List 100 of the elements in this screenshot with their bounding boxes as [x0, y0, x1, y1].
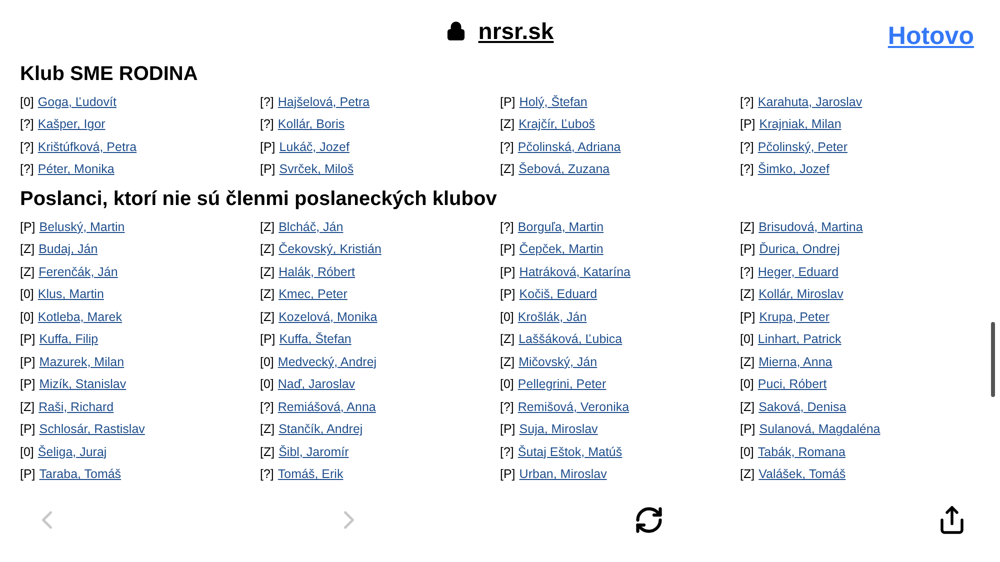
- member-link[interactable]: Holý, Štefan: [519, 92, 588, 112]
- member-link[interactable]: Péter, Monika: [38, 160, 114, 180]
- member-link[interactable]: Raši, Richard: [38, 398, 114, 417]
- party-tag: [0]: [20, 442, 34, 462]
- member-link[interactable]: Blcháč, Ján: [278, 218, 344, 237]
- party-tag: [Z]: [500, 330, 515, 350]
- party-tag: [P]: [500, 420, 516, 440]
- party-tag: [Z]: [260, 262, 275, 282]
- member-link[interactable]: Krošlák, Ján: [518, 308, 587, 327]
- member-link[interactable]: Remiášová, Anna: [278, 398, 376, 417]
- member-link[interactable]: Schlosár, Rastislav: [39, 420, 145, 440]
- member-link[interactable]: Brisudová, Martina: [758, 218, 863, 237]
- member-link[interactable]: Taraba, Tomáš: [39, 465, 122, 484]
- party-tag: [Z]: [260, 285, 275, 304]
- member-link[interactable]: Kašper, Igor: [38, 115, 106, 134]
- member-link[interactable]: Šeliga, Juraj: [38, 442, 107, 462]
- party-tag: [?]: [500, 442, 514, 462]
- member-link[interactable]: Suja, Miroslav: [519, 420, 598, 440]
- party-tag: [?]: [740, 92, 754, 112]
- member-link[interactable]: Mičovský, Ján: [518, 352, 598, 372]
- party-tag: [?]: [500, 398, 514, 417]
- member-link[interactable]: Halák, Róbert: [278, 262, 356, 282]
- member-link[interactable]: Ferenčák, Ján: [38, 262, 118, 282]
- address-domain[interactable]: nrsr.sk: [478, 14, 554, 48]
- member-link[interactable]: Šebová, Zuzana: [518, 160, 610, 180]
- member-link[interactable]: Kollár, Boris: [278, 115, 345, 134]
- party-tag: [?]: [500, 218, 514, 237]
- member-link[interactable]: Čekovský, Kristián: [278, 240, 382, 260]
- member-link[interactable]: Krištúfková, Petra: [38, 138, 137, 157]
- member-link[interactable]: Saková, Denisa: [758, 398, 846, 417]
- party-tag: [0]: [20, 92, 34, 112]
- member-link[interactable]: Tabák, Romana: [758, 442, 846, 462]
- done-button[interactable]: Hotovo: [888, 18, 974, 56]
- member-link[interactable]: Goga, Ľudovít: [38, 92, 116, 112]
- reload-button[interactable]: [634, 505, 664, 535]
- party-tag: [P]: [740, 240, 756, 260]
- member-link[interactable]: Šimko, Jozef: [758, 160, 830, 180]
- member-link[interactable]: Mizík, Stanislav: [39, 375, 126, 394]
- party-tag: [P]: [500, 285, 516, 304]
- section-heading: Klub SME RODINA: [20, 62, 199, 86]
- section-heading: Poslanci, ktorí nie sú členmi poslaneckých klubov: [20, 187, 498, 211]
- member-link[interactable]: Borguľa, Martin: [518, 218, 604, 237]
- member-link[interactable]: Naď, Jaroslav: [278, 375, 356, 394]
- member-link[interactable]: Kočiš, Eduard: [519, 285, 598, 304]
- party-tag: [Z]: [20, 398, 35, 417]
- party-tag: [Z]: [500, 160, 515, 180]
- party-tag: [?]: [740, 160, 754, 180]
- member-link[interactable]: Tomáš, Erik: [278, 465, 344, 484]
- member-link[interactable]: Svrček, Miloš: [279, 160, 354, 180]
- party-tag: [0]: [500, 375, 514, 394]
- party-tag: [P]: [500, 262, 516, 282]
- party-tag: [Z]: [740, 352, 755, 372]
- member-link[interactable]: Mierna, Anna: [758, 352, 832, 372]
- member-link[interactable]: Laššáková, Ľubica: [518, 330, 622, 350]
- member-link[interactable]: Karahuta, Jaroslav: [758, 92, 862, 112]
- member-link[interactable]: Heger, Eduard: [758, 262, 839, 282]
- member-link[interactable]: Hajšelová, Petra: [278, 92, 370, 112]
- member-link[interactable]: Kuffa, Filip: [39, 330, 98, 350]
- member-link[interactable]: Šutaj Eštok, Matúš: [518, 442, 622, 462]
- member-link[interactable]: Krajniak, Milan: [759, 115, 842, 134]
- member-link[interactable]: Mazurek, Milan: [39, 352, 124, 372]
- party-tag: [Z]: [740, 398, 755, 417]
- member-link[interactable]: Beluský, Martin: [39, 218, 125, 237]
- party-tag: [Z]: [740, 465, 755, 484]
- party-tag: [P]: [260, 138, 276, 157]
- member-link[interactable]: Linhart, Patrick: [758, 330, 842, 350]
- party-tag: [0]: [740, 330, 754, 350]
- member-link[interactable]: Kozelová, Monika: [278, 308, 378, 327]
- party-tag: [?]: [500, 138, 514, 157]
- party-tag: [0]: [20, 285, 34, 304]
- member-link[interactable]: Remišová, Veronika: [518, 398, 630, 417]
- member-link[interactable]: Sulanová, Magdaléna: [759, 420, 880, 440]
- member-link[interactable]: Urban, Miroslav: [519, 465, 607, 484]
- member-link[interactable]: Pčolinský, Peter: [758, 138, 848, 157]
- party-tag: [?]: [740, 262, 754, 282]
- party-tag: [?]: [740, 138, 754, 157]
- party-tag: [P]: [20, 352, 36, 372]
- member-link[interactable]: Krajčír, Ľuboš: [518, 115, 596, 134]
- member-link[interactable]: Kmec, Peter: [278, 285, 348, 304]
- member-link[interactable]: Ďurica, Ondrej: [759, 240, 840, 260]
- member-link[interactable]: Lukáč, Jozef: [279, 138, 350, 157]
- member-link[interactable]: Budaj, Ján: [38, 240, 98, 260]
- member-link[interactable]: Stančík, Andrej: [278, 420, 363, 440]
- member-link[interactable]: Šibl, Jaromír: [278, 442, 349, 462]
- party-tag: [Z]: [260, 308, 275, 327]
- member-link[interactable]: Klus, Martin: [38, 285, 104, 304]
- party-tag: [Z]: [260, 420, 275, 440]
- member-link[interactable]: Kollár, Miroslav: [758, 285, 844, 304]
- member-link[interactable]: Valášek, Tomáš: [758, 465, 846, 484]
- party-tag: [P]: [500, 240, 516, 260]
- member-link[interactable]: Pčolinská, Adriana: [518, 138, 621, 157]
- member-link[interactable]: Hatráková, Katarína: [519, 262, 630, 282]
- member-link[interactable]: Kotleba, Marek: [38, 308, 122, 327]
- member-link[interactable]: Medvecký, Andrej: [278, 352, 377, 372]
- member-link[interactable]: Krupa, Peter: [759, 308, 830, 327]
- member-link[interactable]: Pellegrini, Peter: [518, 375, 606, 394]
- member-link[interactable]: Kuffa, Štefan: [279, 330, 352, 350]
- member-link[interactable]: Puci, Róbert: [758, 375, 827, 394]
- party-tag: [?]: [20, 160, 34, 180]
- member-link[interactable]: Čepček, Martin: [519, 240, 604, 260]
